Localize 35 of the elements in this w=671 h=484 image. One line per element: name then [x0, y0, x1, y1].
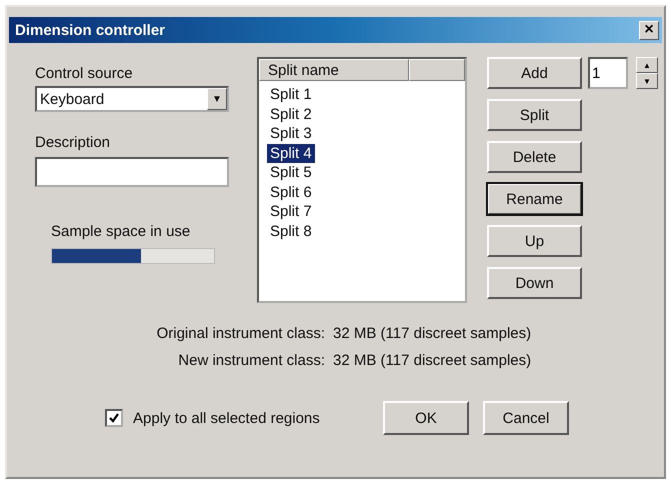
spin-down-button[interactable]: ▼ — [636, 73, 658, 89]
split-list-item[interactable]: Split 4 — [267, 144, 315, 163]
info-label: New instrument class: — [177, 352, 325, 369]
action-button[interactable]: Down — [487, 267, 582, 299]
split-list-item[interactable]: Split 8 — [267, 222, 315, 241]
close-button[interactable]: × — [639, 20, 659, 40]
action-button[interactable]: Delete — [487, 141, 582, 173]
dialog-button[interactable]: OK — [383, 401, 469, 435]
column-header[interactable]: Split name — [259, 59, 409, 81]
action-button[interactable]: Add — [487, 57, 582, 89]
checkbox[interactable] — [105, 409, 123, 427]
sample-space-label: Sample space in use — [51, 223, 192, 240]
split-list-item[interactable]: Split 3 — [267, 124, 315, 144]
info-value: 32 MB (117 discreet samples) — [333, 352, 532, 369]
split-list-item[interactable]: Split 6 — [267, 182, 315, 202]
split-list-item[interactable]: Split 7 — [267, 202, 315, 222]
column-header[interactable] — [409, 59, 465, 81]
split-list-item[interactable]: Split 1 — [267, 85, 315, 104]
action-button[interactable]: Split — [487, 99, 582, 131]
apply-all-label: Apply to all selected regions — [133, 410, 320, 426]
action-button[interactable]: Up — [487, 225, 582, 257]
info-value: 32 MB (117 discreet samples) — [333, 325, 532, 342]
description-field[interactable] — [35, 157, 229, 187]
spin-up-button[interactable]: ▲ — [636, 57, 658, 73]
control-source-label: Control source — [35, 65, 134, 82]
action-button[interactable]: Rename — [487, 183, 582, 215]
description-label: Description — [35, 134, 112, 151]
split-list-item[interactable]: Split 5 — [267, 163, 315, 182]
control-source-dropdown[interactable]: Keyboard ▼ — [35, 86, 229, 112]
dialog-button[interactable]: Cancel — [483, 401, 569, 435]
window-title: Dimension controller — [15, 22, 166, 38]
count-field[interactable]: 1 — [588, 57, 628, 89]
checkmark-icon — [108, 412, 120, 424]
info-label: Original instrument class: — [156, 325, 325, 342]
split-list-item[interactable]: Split 2 — [267, 104, 315, 124]
